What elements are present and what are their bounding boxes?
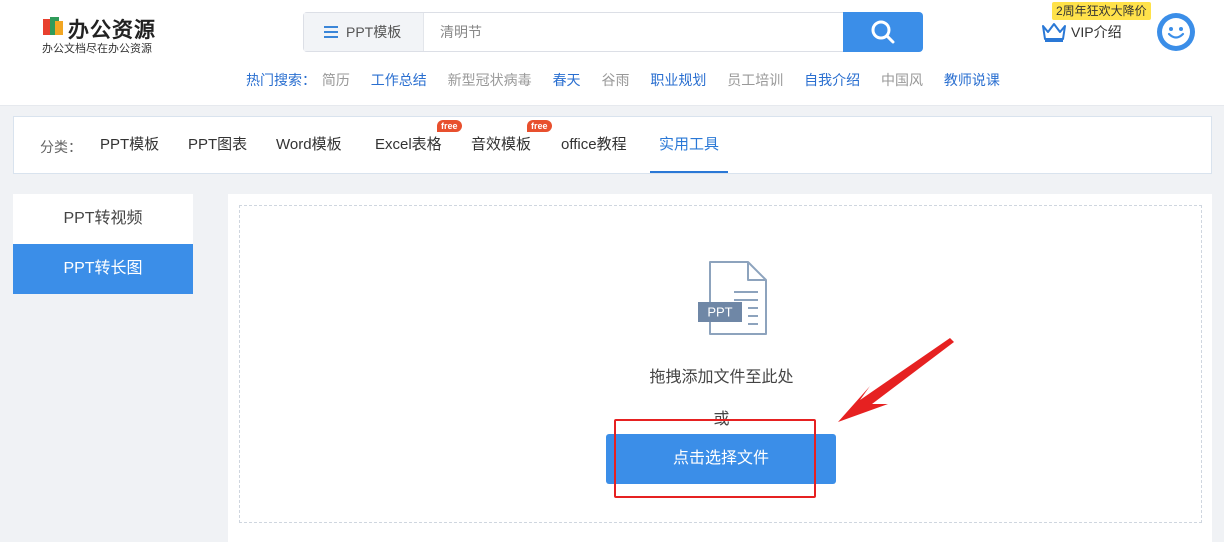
search-type-dropdown[interactable]: PPT模板 [304,13,424,51]
crown-icon [1042,23,1066,42]
hot-search-item[interactable]: 简历 [322,72,350,88]
search-button[interactable] [843,12,923,52]
sidebar-item-ppt-to-long-image[interactable]: PPT转长图 [13,244,193,294]
category-office-tutorials[interactable]: office教程 [561,117,627,173]
highlight-box [614,419,816,498]
category-sound-templates[interactable]: 音效模板 [471,117,531,173]
pointer-arrow-icon [838,338,954,422]
ppt-file-badge: PPT [707,305,732,320]
search-icon [871,20,895,44]
sidebar-item-ppt-to-video[interactable]: PPT转视频 [13,194,193,244]
category-label: 分类： [40,139,82,155]
drop-hint: 拖拽添加文件至此处 [649,369,794,386]
hot-search-item[interactable]: 员工培训 [727,72,783,88]
avatar[interactable] [1157,13,1195,51]
logo-subtitle: 办公文档尽在办公资源 [42,43,152,55]
vip-link[interactable]: VIP介绍 [1041,21,1122,43]
menu-icon [324,26,338,38]
vip-label: VIP介绍 [1071,24,1122,40]
hot-search-item[interactable]: 谷雨 [601,72,629,88]
category-excel-sheets[interactable]: Excel表格 [375,117,442,173]
hot-search-label: 热门搜索： [246,72,316,88]
hot-search-item[interactable]: 新型冠状病毒 [448,72,532,88]
promo-badge[interactable]: 2周年狂欢大降价 [1052,2,1151,20]
free-badge: free [437,120,462,132]
category-tools[interactable]: 实用工具 [650,117,728,173]
hot-search-item[interactable]: 春天 [553,72,581,88]
hot-searches: 热门搜索： 简历 工作总结 新型冠状病毒 春天 谷雨 职业规划 员工培训 自我介… [246,70,1017,90]
category-ppt-charts[interactable]: PPT图表 [188,117,247,173]
search-input[interactable] [424,13,842,51]
category-ppt-templates[interactable]: PPT模板 [100,117,159,173]
ppt-file-icon: PPT [698,261,767,335]
free-badge: free [527,120,552,132]
site-header: 办公资源 办公文档尽在办公资源 PPT模板 热门搜索： 简历 工作总结 新型冠状… [0,0,1224,106]
hot-search-item[interactable]: 工作总结 [371,72,427,88]
hot-search-item[interactable]: 自我介绍 [804,72,860,88]
category-word-templates[interactable]: Word模板 [276,117,342,173]
logo-icon [43,17,63,35]
hot-search-item[interactable]: 职业规划 [650,72,706,88]
smiley-icon [1162,18,1190,46]
site-logo[interactable]: 办公资源 办公文档尽在办公资源 [42,14,155,56]
category-bar: 分类： PPT模板 PPT图表 Word模板 Excel表格 free 音效模板… [13,116,1212,174]
search-bar: PPT模板 [303,12,923,52]
hot-search-item[interactable]: 教师说课 [944,72,1000,88]
hot-search-item[interactable]: 中国风 [881,72,923,88]
search-type-label: PPT模板 [346,24,402,40]
